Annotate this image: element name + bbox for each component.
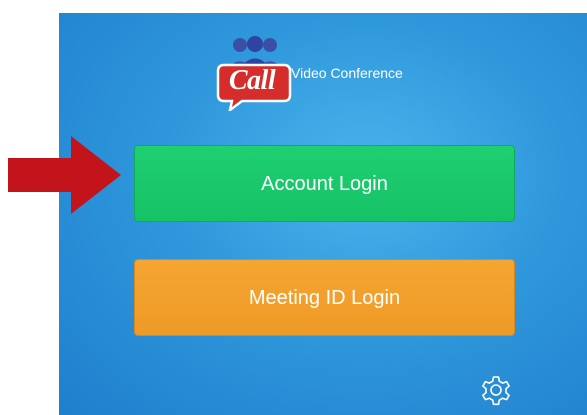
logo-text: Call xyxy=(228,65,276,96)
meeting-id-login-button[interactable]: Meeting ID Login xyxy=(134,259,515,336)
arrow-right-icon xyxy=(8,136,121,214)
app-name: Video Conference xyxy=(291,65,403,81)
app-logo: Call xyxy=(216,36,296,111)
login-screen: Call Video Conference Account Login Meet… xyxy=(59,13,587,415)
account-login-button[interactable]: Account Login xyxy=(134,145,515,222)
gear-icon[interactable] xyxy=(479,373,513,407)
